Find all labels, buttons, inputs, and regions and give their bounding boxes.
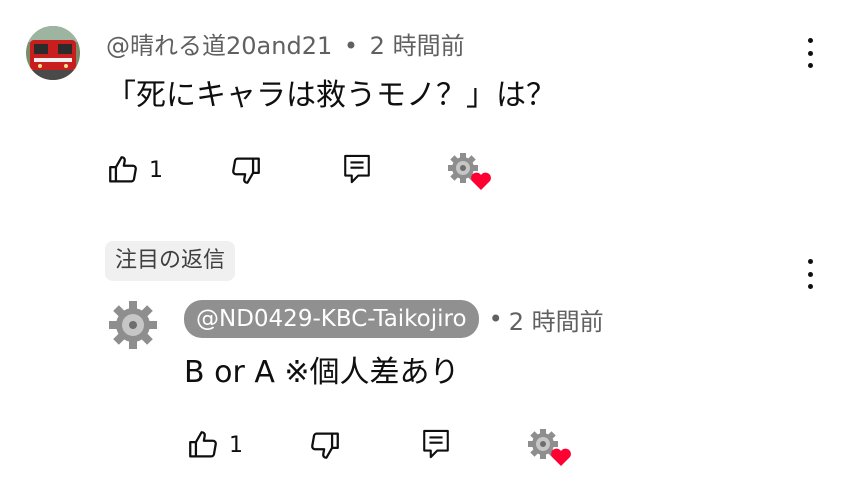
pinned-reply-label: 注目の返信: [105, 241, 236, 281]
reply-like-count: 1: [229, 433, 243, 458]
reply-menu-button[interactable]: [804, 259, 816, 289]
thumbs-down-icon: [232, 157, 260, 184]
comment-author[interactable]: @晴れる道20and21: [106, 32, 332, 60]
like-count: 1: [149, 158, 163, 183]
kebab-dot: [807, 38, 813, 43]
separator-dot: •: [488, 305, 503, 333]
thumbs-down-icon: [311, 432, 339, 459]
comment-timestamp[interactable]: 2 時間前: [370, 32, 465, 60]
kebab-dot: [807, 259, 813, 264]
thumbs-up-icon: [189, 431, 217, 458]
reply-comment-icon: [344, 154, 370, 184]
creator-heart: [446, 152, 492, 192]
kebab-dot: [807, 50, 813, 56]
reply-text: B or A ※個人差あり: [184, 355, 460, 390]
comment-header: @晴れる道20and21 • 2 時間前: [106, 31, 465, 61]
dislike-button[interactable]: [229, 153, 263, 187]
reply-timestamp[interactable]: 2 時間前: [509, 302, 604, 337]
gear-avatar-icon: [106, 298, 160, 352]
reply-avatar[interactable]: [106, 298, 160, 352]
reply-reply-button[interactable]: [420, 427, 452, 461]
train-avatar-icon: [26, 26, 80, 80]
kebab-dot: [807, 63, 813, 68]
reply-button[interactable]: [341, 152, 373, 186]
reply-dislike-button[interactable]: [308, 428, 342, 462]
reply-like-button[interactable]: [186, 428, 220, 462]
kebab-dot: [807, 271, 813, 277]
reply-creator-heart: [526, 428, 572, 468]
like-button[interactable]: [106, 153, 140, 187]
gear-heart-icon: [448, 153, 491, 190]
commenter-avatar[interactable]: [26, 26, 80, 80]
comment-text: 「死にキャラは救うモノ？」は？: [106, 78, 556, 113]
reply-comment-icon: [423, 429, 449, 459]
kebab-dot: [807, 284, 813, 289]
thumbs-up-icon: [109, 156, 137, 183]
comment-menu-button[interactable]: [804, 38, 816, 68]
reply-header: @ND0429-KBC-Taikojiro • 2 時間前: [184, 300, 604, 338]
gear-heart-icon: [528, 429, 571, 466]
separator-dot: •: [343, 32, 359, 60]
reply-author-handle[interactable]: @ND0429-KBC-Taikojiro: [184, 300, 479, 338]
